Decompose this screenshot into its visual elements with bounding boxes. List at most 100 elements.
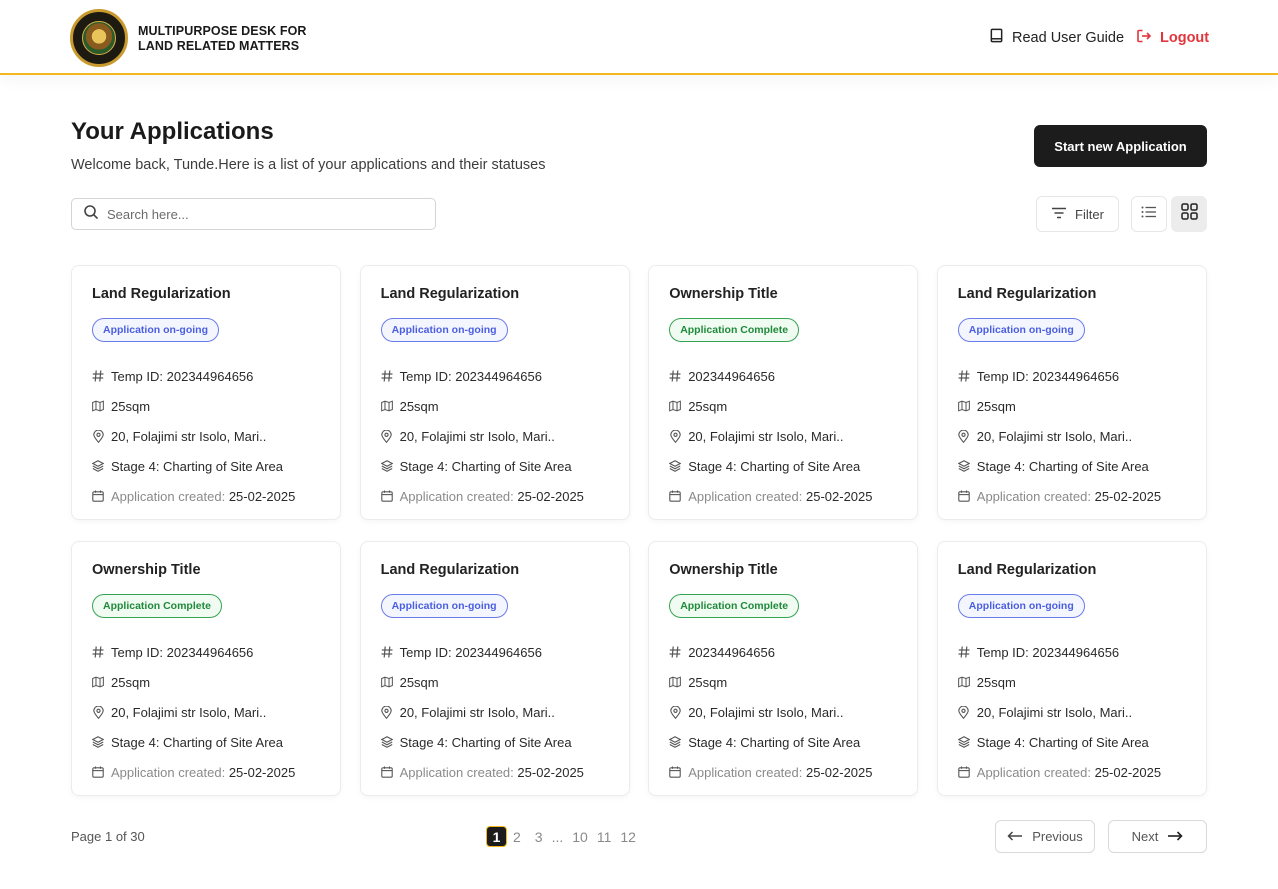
created-row: Application created: 25-02-2025 — [958, 481, 1186, 511]
location-pin-icon — [92, 429, 104, 443]
created-label: Application created: — [688, 488, 803, 504]
application-card[interactable]: Ownership Title Application Complete Tem… — [71, 541, 341, 796]
page-link[interactable]: 11 — [597, 829, 612, 845]
application-details: Temp ID: 202344964656 25sqm 20, Folajimi… — [957, 361, 1186, 511]
address-row: 20, Folajimi str Isolo, Mari.. — [381, 697, 609, 727]
arrow-right-icon — [1167, 829, 1183, 844]
page-link[interactable]: 3 — [535, 829, 543, 845]
calendar-icon — [958, 490, 970, 502]
logout-label: Logout — [1160, 30, 1210, 46]
plot-address: 20, Folajimi str Isolo, Mari.. — [976, 704, 1133, 720]
page-ellipsis: ... — [551, 828, 564, 845]
page-link[interactable]: 2 — [513, 829, 521, 845]
plot-size: 25sqm — [399, 398, 439, 414]
application-stage: Stage 4: Charting of Site Area — [688, 734, 861, 750]
created-row: Application created: 25-02-2025 — [669, 757, 897, 787]
lagos-state-logo[interactable] — [70, 9, 128, 67]
page-info: Page 1 of 30 — [71, 829, 145, 844]
application-card[interactable]: Ownership Title Application Complete 202… — [648, 541, 919, 796]
hash-icon — [958, 646, 970, 658]
application-card[interactable]: Land Regularization Application on-going… — [359, 265, 630, 520]
id-row: 202344964656 — [669, 637, 897, 667]
stage-row: Stage 4: Charting of Site Area — [957, 451, 1186, 481]
plot-size: 25sqm — [976, 674, 1016, 690]
created-text: Application created: 25-02-2025 — [111, 489, 295, 504]
plot-size: 25sqm — [111, 398, 151, 414]
created-date: 25-02-2025 — [517, 764, 584, 780]
application-card[interactable]: Land Regularization Application on-going… — [936, 541, 1207, 796]
plot-address: 20, Folajimi str Isolo, Mari.. — [688, 704, 844, 720]
created-date: 25-02-2025 — [228, 488, 296, 504]
application-card[interactable]: Ownership Title Application Complete 202… — [648, 265, 919, 520]
created-label: Application created: — [399, 488, 514, 504]
status-badge: Application on-going — [957, 318, 1085, 342]
list-view-toggle[interactable] — [1131, 196, 1167, 232]
logo-seal — [82, 21, 116, 55]
created-text: Application created: 25-02-2025 — [977, 489, 1161, 504]
stage-row: Stage 4: Charting of Site Area — [92, 451, 320, 481]
status-badge: Application Complete — [92, 594, 222, 618]
application-details: 202344964656 25sqm 20, Folajimi str Isol… — [669, 637, 897, 787]
next-button[interactable]: Next — [1108, 820, 1207, 853]
plot-address: 20, Folajimi str Isolo, Mari.. — [976, 428, 1133, 444]
read-user-guide-link[interactable]: Read User Guide — [989, 28, 1124, 47]
calendar-icon — [380, 766, 393, 778]
created-date: 25-02-2025 — [806, 764, 873, 780]
created-text: Application created: 25-02-2025 — [977, 765, 1161, 780]
page-current[interactable]: 1 — [486, 826, 507, 847]
created-label: Application created: — [688, 764, 803, 780]
created-date: 25-02-2025 — [517, 488, 584, 504]
search-box — [71, 198, 436, 230]
location-pin-icon — [958, 705, 970, 719]
created-date: 25-02-2025 — [228, 764, 296, 780]
status-badge: Application on-going — [957, 594, 1085, 618]
read-user-guide-label: Read User Guide — [1012, 29, 1125, 46]
applications-grid: Land Regularization Application on-going… — [71, 265, 1207, 796]
application-card[interactable]: Land Regularization Application on-going… — [71, 265, 341, 520]
page-link[interactable]: 10 — [572, 829, 588, 845]
application-card[interactable]: Land Regularization Application on-going… — [936, 265, 1207, 520]
logout-button[interactable]: Logout — [1136, 28, 1209, 48]
previous-button[interactable]: Previous — [995, 820, 1095, 853]
created-text: Application created: 25-02-2025 — [688, 765, 872, 780]
layers-icon — [957, 736, 970, 748]
page-subtitle: Welcome back, Tunde.Here is a list of yo… — [71, 157, 546, 173]
created-text: Application created: 25-02-2025 — [688, 489, 872, 504]
application-type: Ownership Title — [669, 562, 778, 578]
map-icon — [669, 676, 682, 688]
search-input[interactable] — [107, 206, 407, 222]
status-badge: Application Complete — [669, 318, 800, 342]
grid-view-toggle[interactable] — [1171, 196, 1207, 232]
hash-icon — [958, 370, 970, 382]
calendar-icon — [669, 490, 681, 502]
filter-button[interactable]: Filter — [1036, 196, 1119, 232]
application-details: Temp ID: 202344964656 25sqm 20, Folajimi… — [92, 637, 320, 787]
plot-address: 20, Folajimi str Isolo, Mari.. — [688, 428, 844, 444]
application-type: Ownership Title — [669, 286, 778, 302]
filter-icon — [1051, 207, 1067, 222]
created-row: Application created: 25-02-2025 — [958, 757, 1186, 787]
application-stage: Stage 4: Charting of Site Area — [976, 458, 1149, 474]
created-text: Application created: 25-02-2025 — [400, 489, 584, 504]
application-id: Temp ID: 202344964656 — [976, 368, 1120, 384]
created-row: Application created: 25-02-2025 — [669, 481, 897, 511]
pagination: 1 2 3... 10 11 12 — [486, 826, 644, 847]
size-row: 25sqm — [669, 667, 897, 697]
location-pin-icon — [381, 705, 393, 719]
application-card[interactable]: Land Regularization Application on-going… — [359, 541, 630, 796]
size-row: 25sqm — [92, 391, 320, 421]
page-link[interactable]: 12 — [620, 829, 636, 845]
address-row: 20, Folajimi str Isolo, Mari.. — [958, 697, 1186, 727]
hash-icon — [669, 370, 681, 382]
created-row: Application created: 25-02-2025 — [380, 481, 609, 511]
map-icon — [380, 676, 393, 688]
created-row: Application created: 25-02-2025 — [92, 757, 320, 787]
grid-icon — [1180, 203, 1198, 225]
location-pin-icon — [381, 429, 393, 443]
created-date: 25-02-2025 — [806, 488, 873, 504]
application-stage: Stage 4: Charting of Site Area — [111, 458, 283, 474]
layers-icon — [92, 460, 104, 472]
start-new-application-button[interactable]: Start new Application — [1034, 125, 1207, 167]
stage-row: Stage 4: Charting of Site Area — [669, 451, 897, 481]
arrow-left-icon — [1007, 829, 1023, 844]
